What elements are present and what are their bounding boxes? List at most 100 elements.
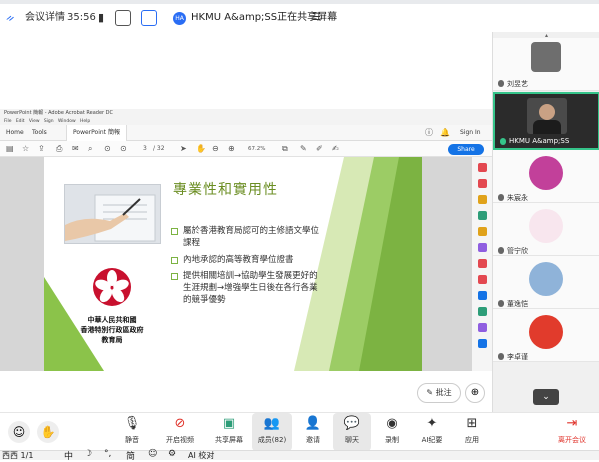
tab-tools[interactable]: Tools: [32, 125, 47, 141]
zoom-level[interactable]: 67.2%: [248, 141, 265, 157]
print-icon[interactable]: ⎙: [56, 141, 62, 157]
video-button[interactable]: ⊘ 开启视频: [158, 413, 202, 451]
sign-icon[interactable]: ✍: [332, 141, 339, 157]
tab-document[interactable]: PowerPoint 簡報: [66, 125, 127, 141]
apps-button[interactable]: ⊞ 应用: [452, 413, 492, 451]
bookmark-icon[interactable]: ☆: [22, 141, 29, 157]
shield-icon[interactable]: [141, 10, 157, 26]
select-cursor-icon[interactable]: ➤: [180, 141, 187, 157]
participant-name: 刘昱艺: [507, 80, 528, 88]
slide-bullet-2: 內地承認的高等教育學位證書: [171, 254, 323, 266]
mic-icon: [498, 80, 504, 87]
chat-button[interactable]: 💬 聊天: [333, 413, 371, 451]
reader-tab-bar: Home Tools PowerPoint 簡報 ⓘ 🔔 Sign In: [0, 125, 492, 141]
raise-hand-button[interactable]: ✋: [37, 421, 59, 443]
menu-file[interactable]: File: [4, 119, 12, 124]
record-icon: ◉: [386, 416, 398, 431]
menu-sign[interactable]: Sign: [44, 119, 54, 124]
organize-icon[interactable]: [478, 243, 487, 252]
invite-button[interactable]: 👤 邀请: [293, 413, 333, 451]
participant-tile-speaker[interactable]: HKMU A&amp;SS: [493, 92, 599, 150]
participant-tile-5[interactable]: 董逸恺: [493, 256, 599, 309]
mail-icon[interactable]: ✉: [72, 141, 79, 157]
edit-pdf-icon[interactable]: [478, 195, 487, 204]
meeting-toolbar: ☺ ✋ 🎙 静音 ⊘ 开启视频 ▣ 共享屏幕 👥 成员(82) 👤 邀请 💬 聊…: [0, 412, 599, 451]
fit-page-icon[interactable]: ⧉: [282, 141, 288, 157]
emoji-button[interactable]: ☺: [8, 421, 30, 443]
leave-label: 离开会议: [558, 436, 586, 444]
menu-help[interactable]: Help: [80, 119, 90, 124]
zoom-in-icon[interactable]: ⊕: [228, 141, 235, 157]
mic-active-icon: [500, 138, 506, 145]
banner-menu-icon[interactable]: ☰: [312, 4, 321, 32]
participant-tile-1[interactable]: 刘昱艺: [493, 38, 599, 91]
settings-icon[interactable]: ⚙: [168, 449, 176, 459]
create-icon[interactable]: ▤: [6, 141, 14, 157]
annotate-button[interactable]: ✎ 批注: [417, 383, 461, 403]
page-down-icon[interactable]: ⊙: [120, 141, 127, 157]
record-button[interactable]: ◉ 录制: [372, 413, 412, 451]
invite-label: 邀请: [306, 436, 320, 444]
participant-name: 董逸恺: [507, 300, 528, 308]
scroll-down-button[interactable]: ⌄: [533, 389, 559, 405]
leave-meeting-button[interactable]: ⇥ 离开会议: [549, 413, 595, 451]
more-tools-icon[interactable]: [478, 339, 487, 348]
participant-tile-3[interactable]: 朱宸永: [493, 150, 599, 203]
share-screen-button[interactable]: ▣ 共享屏幕: [207, 413, 251, 451]
members-button[interactable]: 👥 成员(82): [252, 413, 292, 451]
members-label: 成员(82): [257, 436, 287, 444]
zoom-view-button[interactable]: ⊕: [465, 383, 485, 403]
fill-sign-icon[interactable]: [478, 307, 487, 316]
meeting-details-link[interactable]: 会议详情: [25, 4, 65, 32]
contract-photo: [64, 184, 161, 244]
bell-icon[interactable]: 🔔: [440, 125, 450, 141]
page-number[interactable]: 3: [143, 141, 147, 157]
send-icon[interactable]: [478, 323, 487, 332]
sign-in-link[interactable]: Sign In: [460, 125, 481, 141]
participant-name: 朱宸永: [507, 194, 528, 202]
comment-icon[interactable]: ✎: [300, 141, 307, 157]
comment-tool-icon[interactable]: [478, 211, 487, 220]
ai-proofread[interactable]: AI 校对: [188, 450, 214, 461]
participant-tile-4[interactable]: 管宁欣: [493, 203, 599, 256]
punctuation-icon[interactable]: °,: [104, 449, 111, 459]
page-total: / 32: [153, 145, 165, 152]
mic-muted-icon: [498, 300, 504, 307]
upload-icon[interactable]: ⇪: [38, 141, 45, 157]
menu-edit[interactable]: Edit: [16, 119, 25, 124]
tab-home[interactable]: Home: [6, 125, 24, 141]
page-up-icon[interactable]: ⊙: [104, 141, 111, 157]
create-pdf-icon[interactable]: [478, 179, 487, 188]
record-label: 录制: [385, 436, 399, 444]
redact-icon[interactable]: [478, 259, 487, 268]
compress-icon[interactable]: [478, 291, 487, 300]
ime-chinese[interactable]: 中: [64, 449, 73, 462]
share-button[interactable]: Share: [448, 144, 484, 155]
menu-view[interactable]: View: [29, 119, 40, 124]
participant-name: HKMU A&amp;SS: [509, 137, 570, 145]
emoji-tray-icon[interactable]: ☺: [148, 449, 157, 459]
help-icon[interactable]: ⓘ: [425, 125, 433, 141]
presenter-avatar: HA: [173, 12, 186, 25]
annotate-label: 批注: [435, 388, 452, 397]
moon-icon[interactable]: ☽: [84, 449, 92, 459]
participant-name: 管宁欣: [507, 247, 528, 255]
participant-tile-6[interactable]: 李卓谨: [493, 309, 599, 362]
mute-button[interactable]: 🎙 静音: [112, 413, 152, 451]
menu-window[interactable]: Window: [58, 119, 76, 124]
external-window-icon[interactable]: [115, 10, 131, 26]
export-pdf-icon[interactable]: [478, 163, 487, 172]
highlight-icon[interactable]: ✐: [316, 141, 323, 157]
reader-menu-bar: File Edit View Sign Window Help: [0, 118, 492, 125]
microphone-icon: 🎙: [123, 416, 141, 431]
ime-simplified[interactable]: 简: [126, 449, 135, 462]
ai-summary-button[interactable]: ✦ AI纪要: [412, 413, 452, 451]
protect-icon[interactable]: [478, 275, 487, 284]
zoom-out-icon[interactable]: ⊖: [212, 141, 219, 157]
slide-bullet-1-text: 屬於香港教育局認可的主修語文學位課程: [183, 226, 320, 248]
signal-icon: ▮: [98, 11, 105, 24]
hand-tool-icon[interactable]: ✋: [196, 141, 206, 157]
mic-muted-icon: [498, 353, 504, 360]
search-icon[interactable]: ⌕: [88, 141, 92, 157]
combine-icon[interactable]: [478, 227, 487, 236]
